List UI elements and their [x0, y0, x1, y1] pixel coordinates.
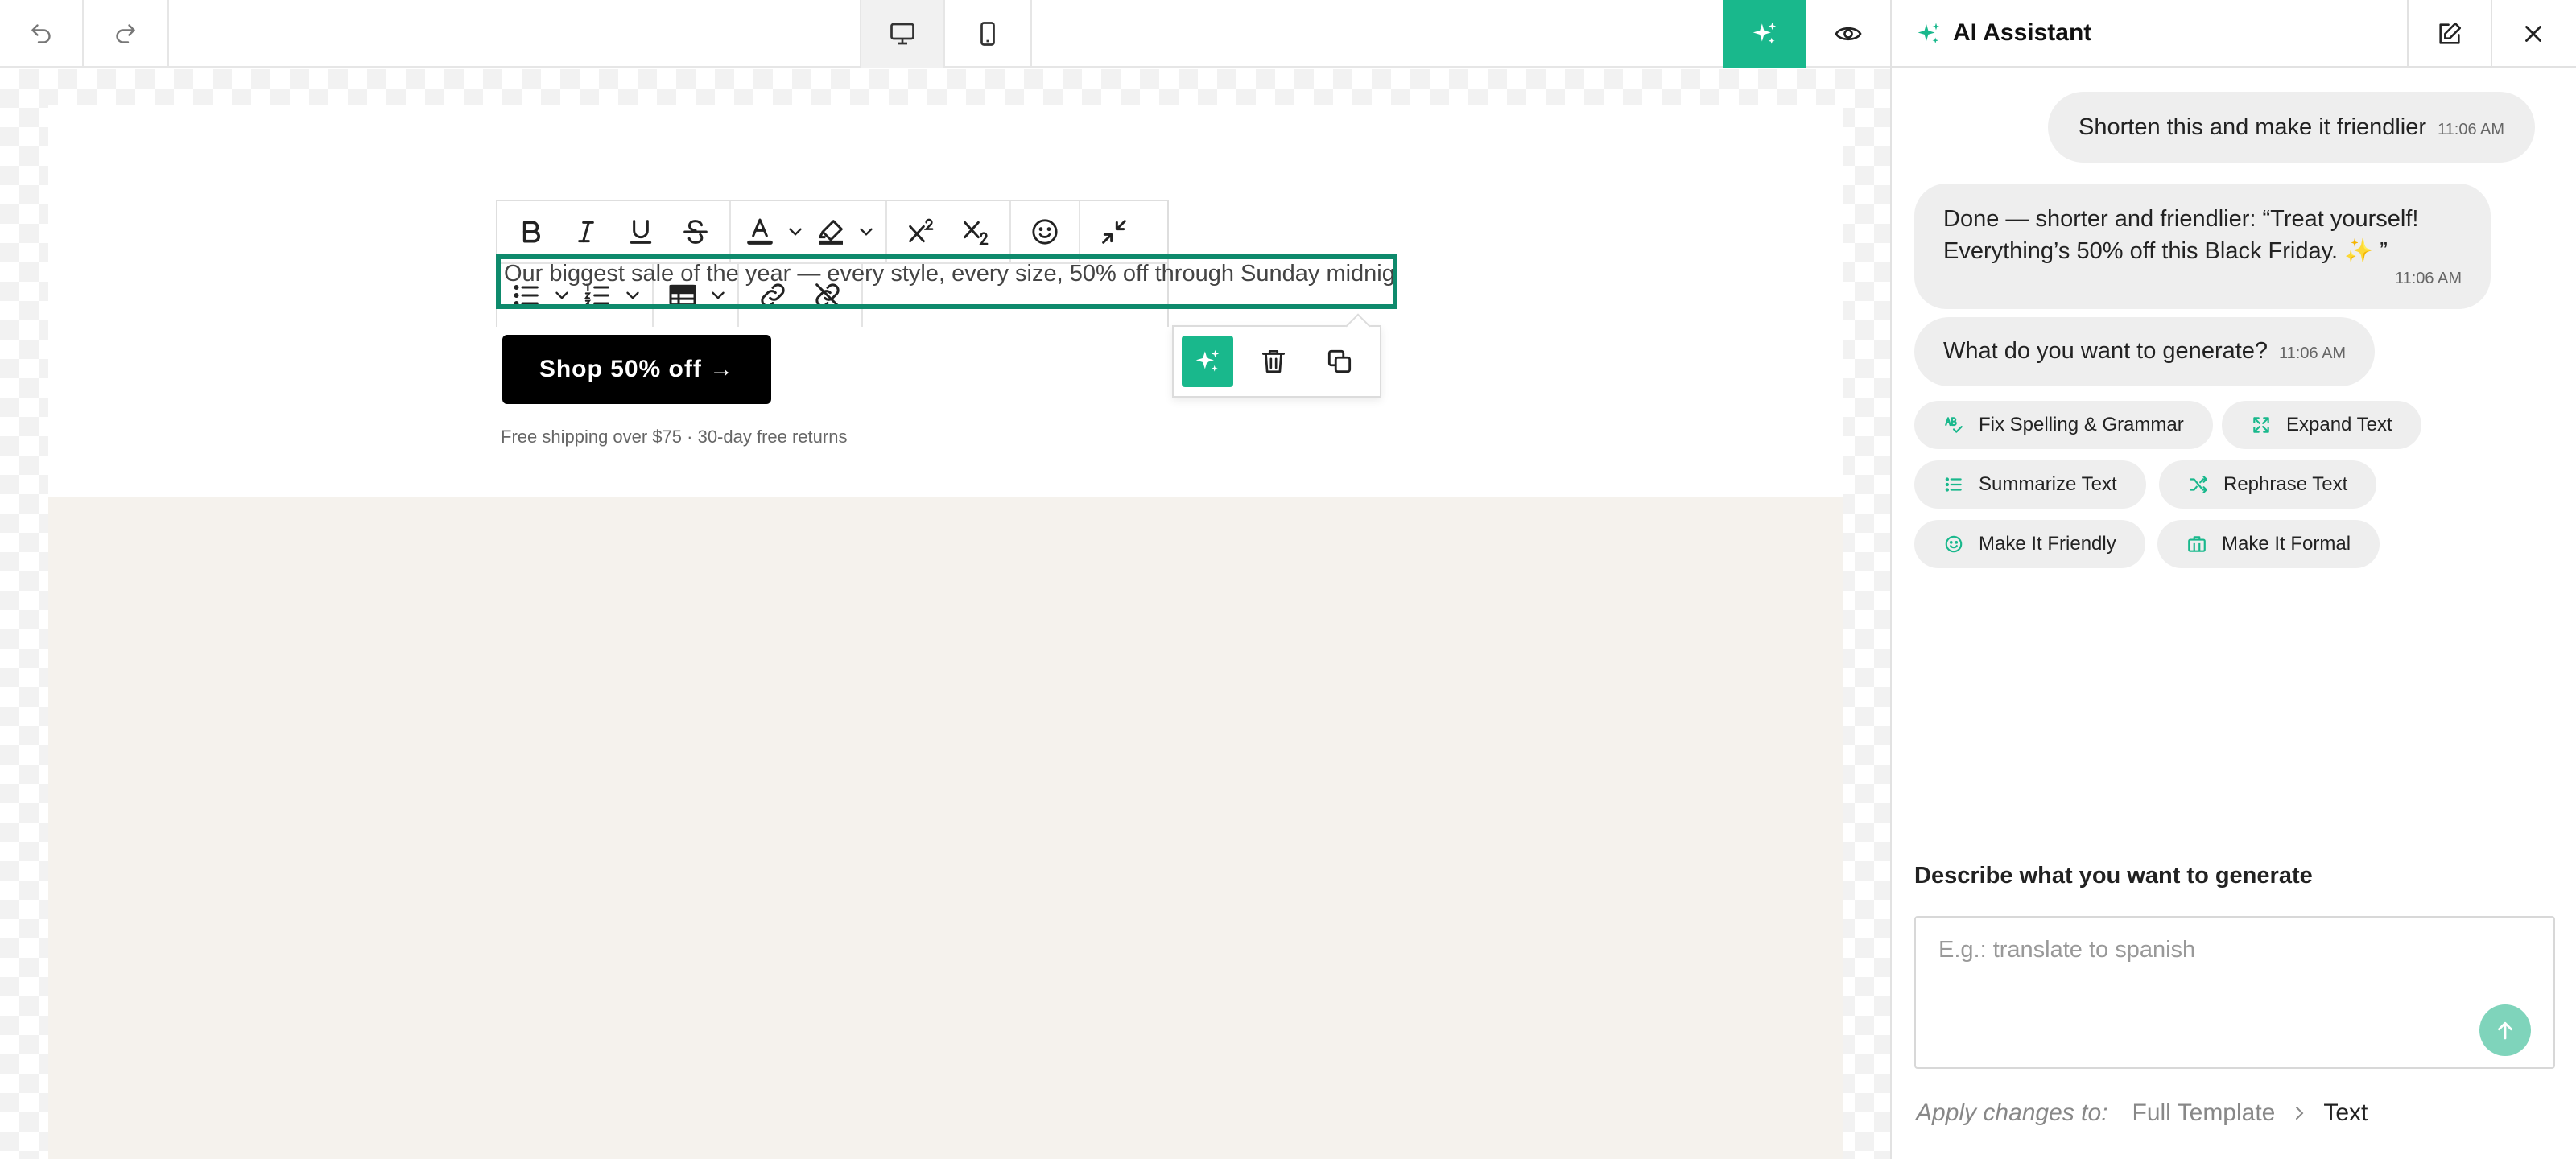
chip-label: Summarize Text [1979, 473, 2117, 495]
message-timestamp: 11:06 AM [2394, 270, 2462, 287]
superscript-button[interactable] [894, 201, 948, 262]
chip-summarize-text[interactable]: Summarize Text [1914, 460, 2146, 509]
desktop-icon [890, 23, 914, 45]
breadcrumb-full-template[interactable]: Full Template [2132, 1099, 2276, 1127]
highlight-button[interactable] [808, 201, 853, 262]
prompt-box [1914, 916, 2555, 1069]
shuffle-icon [2190, 476, 2207, 493]
italic-button[interactable] [559, 201, 613, 262]
message-timestamp: 11:06 AM [2438, 121, 2505, 138]
text-color-button[interactable] [737, 201, 782, 262]
strikethrough-button[interactable] [668, 201, 723, 262]
chip-label: Expand Text [2286, 414, 2392, 435]
underline-icon [630, 220, 652, 244]
undo-icon [31, 24, 51, 43]
ai-assistant-toggle[interactable] [1723, 0, 1806, 68]
close-icon [2525, 26, 2541, 42]
text-color-dropdown[interactable] [782, 201, 808, 262]
ai-sparkle-icon [1752, 22, 1777, 44]
text-color-icon [747, 218, 773, 245]
generate-label: Describe what you want to generate [1914, 863, 2313, 889]
apply-label: Apply changes to: [1916, 1099, 2108, 1126]
top-toolbar [0, 0, 1890, 68]
panel-title: AI Assistant [1953, 19, 2092, 46]
apply-changes-row: Apply changes to: Full Template Text [1916, 1099, 2368, 1127]
highlight-dropdown[interactable] [853, 201, 879, 262]
chip-label: Fix Spelling & Grammar [1979, 414, 2184, 435]
emoji-icon [1032, 219, 1058, 245]
block-actions-popup [1172, 325, 1381, 398]
ai-sparkle-icon [1195, 349, 1220, 372]
highlight-icon [819, 220, 843, 245]
mobile-view-button[interactable] [945, 0, 1032, 68]
smile-icon [1945, 535, 1963, 553]
subscript-button[interactable] [948, 201, 1003, 262]
chevron-down-icon [860, 228, 873, 236]
chevron-right-icon [2289, 1103, 2309, 1123]
strikethrough-icon [683, 220, 708, 244]
footnote-text: Free shipping over $75 · 30-day free ret… [501, 427, 848, 447]
spellcheck-icon [1945, 417, 1963, 433]
prompt-input[interactable] [1938, 937, 2486, 963]
mobile-icon [980, 22, 995, 46]
subscript-icon [964, 221, 989, 245]
breadcrumb-text[interactable]: Text [2323, 1099, 2368, 1127]
italic-icon [578, 221, 594, 243]
expand-icon [2253, 417, 2269, 433]
redo-button[interactable] [84, 0, 169, 68]
undo-button[interactable] [0, 0, 84, 68]
new-chat-button[interactable] [2407, 0, 2491, 68]
chip-make-friendly[interactable]: Make It Friendly [1914, 520, 2145, 568]
assistant-message: Done — shorter and friendlier: “Treat yo… [1914, 184, 2491, 309]
message-text: What do you want to generate? [1943, 338, 2268, 364]
duplicate-icon [1327, 349, 1352, 373]
ai-assistant-panel: AI Assistant Shorten this and make it fr… [1890, 0, 2576, 1159]
preview-button[interactable] [1806, 0, 1890, 68]
email-empty-section [48, 497, 1843, 1159]
arrow-up-icon [2498, 1021, 2512, 1040]
briefcase-icon [2188, 536, 2206, 552]
underline-button[interactable] [613, 201, 668, 262]
chip-fix-spelling[interactable]: Fix Spelling & Grammar [1914, 401, 2213, 449]
message-timestamp: 11:06 AM [2279, 344, 2347, 362]
shop-cta-button[interactable]: Shop 50% off → [502, 335, 771, 404]
chevron-down-icon [789, 228, 802, 236]
superscript-icon [909, 218, 934, 243]
message-text: Done — shorter and friendlier: “Treat yo… [1943, 206, 2419, 264]
chip-rephrase-text[interactable]: Rephrase Text [2159, 460, 2377, 509]
user-message: Shorten this and make it friendlier 11:06… [2048, 92, 2536, 163]
bold-button[interactable] [504, 201, 559, 262]
ai-sparkle-icon [1918, 23, 1940, 43]
trash-icon [1261, 349, 1286, 373]
list-icon [1945, 477, 1962, 492]
eye-icon [1835, 27, 1862, 41]
desktop-view-button[interactable] [860, 0, 945, 68]
close-panel-button[interactable] [2491, 0, 2574, 68]
delete-block-button[interactable] [1248, 336, 1299, 387]
send-button[interactable] [2479, 1004, 2531, 1056]
duplicate-block-button[interactable] [1314, 336, 1365, 387]
chip-label: Make It Friendly [1979, 533, 2116, 555]
block-ai-button[interactable] [1182, 336, 1233, 387]
chip-expand-text[interactable]: Expand Text [2222, 401, 2421, 449]
edit-icon [2439, 22, 2462, 44]
chip-label: Make It Formal [2222, 533, 2351, 555]
panel-header: AI Assistant [1892, 0, 2576, 68]
emoji-button[interactable] [1018, 201, 1072, 262]
selected-text-block[interactable]: Our biggest sale of the year — every sty… [496, 254, 1397, 309]
chip-make-formal[interactable]: Make It Formal [2157, 520, 2380, 568]
collapse-icon [1102, 220, 1126, 244]
editor-canvas: Our biggest sale of the year — every sty… [0, 69, 1890, 1159]
assistant-message: What do you want to generate? 11:06 AM [1914, 317, 2376, 386]
message-text: Shorten this and make it friendlier [2079, 114, 2426, 140]
bold-icon [522, 221, 540, 243]
redo-icon [116, 24, 135, 43]
chip-label: Rephrase Text [2223, 473, 2348, 495]
collapse-button[interactable] [1087, 201, 1141, 262]
